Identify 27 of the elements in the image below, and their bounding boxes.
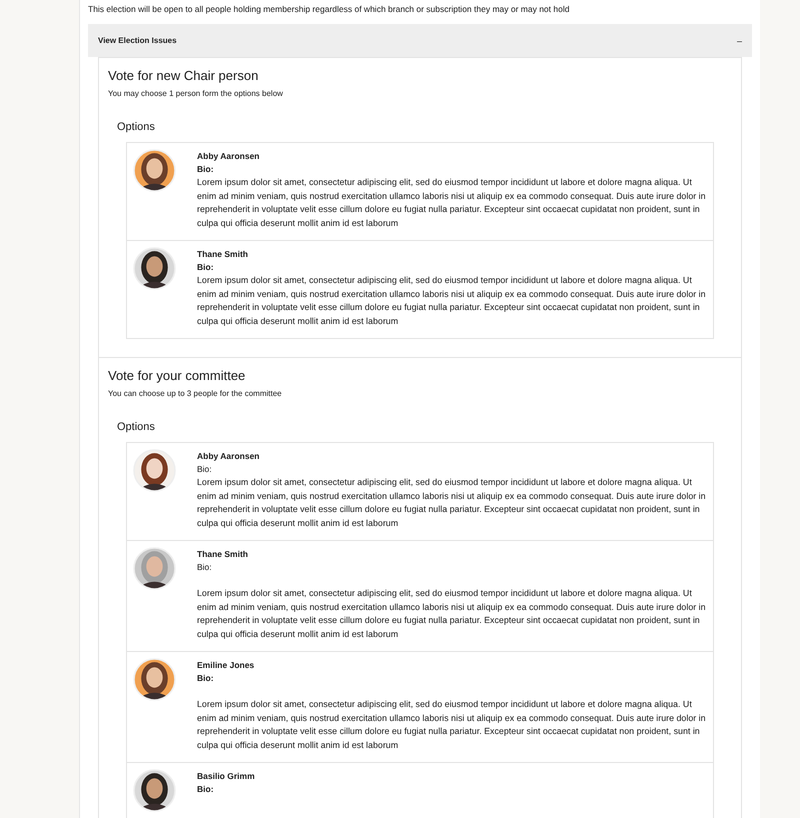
bio-label: Bio: [197,261,215,274]
bio-text: Lorem ipsum dolor sit amet, consectetur adipiscing elit, sed do eiusmod tempor incididunt ut labore et dolore magna aliqua. Ut enim ad minim veniam, quis nostrud exercitation ullamco laboris nisi ut aliquip ex ea commodo consequat. Duis aute irure dolor in reprehenderit in voluptate velit esse cillum dolore eu fugiat nulla pariatur. Excepteur sint occaecat cupidatat non proident, sunt in culpa qui officia deserunt mollit anim id est laborum [197,274,707,328]
options-heading: Options [117,420,156,435]
candidate-name: Thane Smith [197,248,250,260]
bio-text: Lorem ipsum dolor sit amet, consectetur adipiscing elit, sed do eiusmod tempor incididunt ut labore et dolore magna aliqua. Ut enim ad minim veniam, quis nostrud exercitation ullamco laboris nisi ut aliquip ex ea commodo consequat. Duis aute irure dolor in reprehenderit in voluptate velit esse cillum dolore eu fugiat nulla pariatur. Excepteur sint occaecat cupidatat non proident, sunt in culpa qui officia deserunt mollit anim id est laborum [197,698,707,752]
bio-text: Lorem ipsum dolor sit amet, consectetur adipiscing elit, sed do eiusmod tempor incididunt ut labore et dolore magna aliqua. Ut enim ad minim veniam, quis nostrud exercitation ullamco laboris nisi ut aliquip ex ea commodo consequat. Duis aute irure dolor in reprehenderit in voluptate velit esse cillum dolore eu fugiat nulla pariatur. Excepteur sint occaecat cupidatat non proident, sunt in culpa qui officia deserunt mollit anim id est laborum [197,476,707,530]
bio-label: Bio: [197,561,213,574]
intro-text: This election will be open to all people holding membership regardless of which branch or subscription they may or may not hold [88,3,570,16]
bio-label: Bio: [197,163,215,176]
accordion-title: View Election Issues [98,36,177,45]
options-heading: Options [117,120,156,135]
instruction-text: You may choose 1 person form the options below [108,88,284,99]
bio-text: Lorem ipsum dolor sit amet, consectetur adipiscing elit, sed do eiusmod tempor incididunt ut labore et dolore magna aliqua. Ut enim ad minim veniam, quis nostrud exercitation ullamco laboris nisi ut aliquip ex ea commodo consequat. Duis aute irure dolor in reprehenderit in voluptate velit esse cillum dolore eu fugiat nulla pariatur. Excepteur sint occaecat cupidatat non proident, sunt in culpa qui officia deserunt mollit anim id est laborum [197,587,707,641]
bio-text: Lorem ipsum dolor sit amet, consectetur adipiscing elit, sed do eiusmod tempor incididunt ut labore et dolore magna aliqua. Ut enim ad minim veniam, quis nostrud exercitation ullamco laboris nisi ut aliquip ex ea commodo consequat. Duis aute irure dolor in reprehenderit in voluptate velit esse cillum dolore eu fugiat nulla pariatur. Excepteur sint occaecat cupidatat non proident, sunt in culpa qui officia deserunt mollit anim id est laborum [197,176,707,230]
candidate-name: Abby Aaronsen [197,150,261,162]
instruction-text: You can choose up to 3 people for the committee [108,388,283,399]
accordion-header[interactable]: View Election Issues – [88,24,752,57]
candidate-name: Thane Smith [197,548,250,560]
bio-label: Bio: [197,463,213,476]
issue-title: Vote for your committee [108,367,246,385]
candidate-name: Abby Aaronsen [197,450,261,462]
bio-label: Bio: [197,783,215,796]
issue-title: Vote for new Chair person [108,67,260,85]
candidate-name: Emiline Jones [197,659,256,671]
candidate-name: Basilio Grimm [197,770,256,782]
bio-label: Bio: [197,672,215,685]
collapse-toggle[interactable]: – [736,36,742,46]
